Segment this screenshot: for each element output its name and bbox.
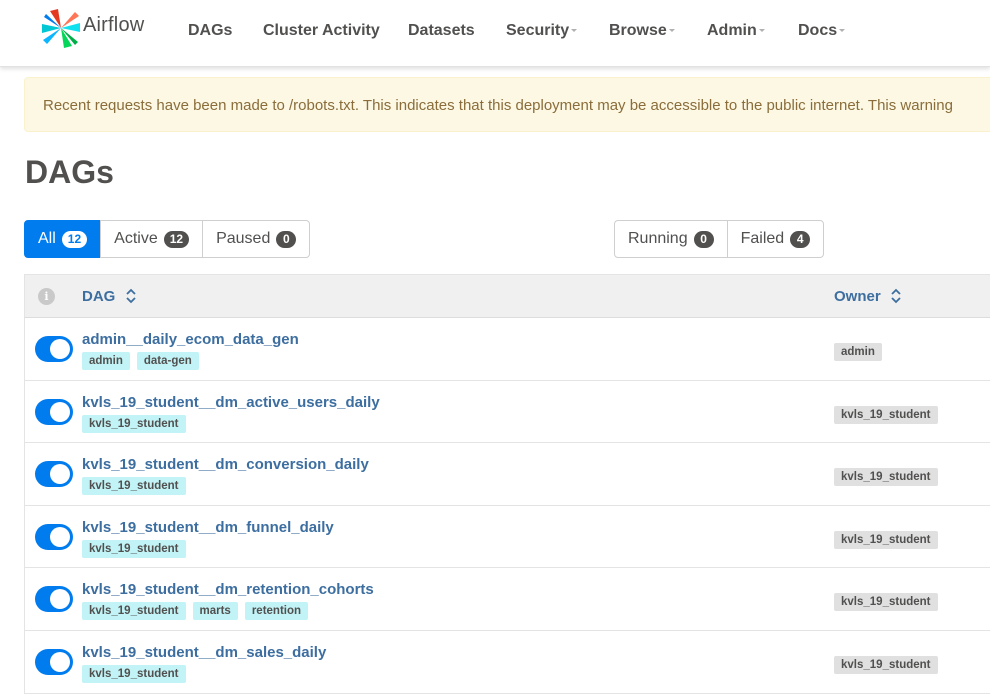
table-row: kvls_19_student__dm_conversion_dailykvls… (24, 443, 990, 506)
toggle-knob (50, 651, 70, 672)
filter-active-count: 12 (163, 230, 190, 248)
dag-name-link[interactable]: kvls_19_student__dm_retention_cohorts (82, 581, 374, 598)
robots-warning-alert: Recent requests have been made to /robot… (24, 77, 990, 132)
dag-tag[interactable]: kvls_19_student (82, 414, 186, 433)
dag-tags: kvls_19_student (82, 477, 186, 496)
brand-name: Airflow (83, 13, 145, 36)
owner-column-header[interactable]: Owner (834, 288, 901, 305)
dag-tags: kvls_19_student (82, 539, 186, 558)
page-title: DAGs (25, 154, 114, 190)
dags-table: i DAG Owner admin__daily_ecom_data_genad… (24, 274, 990, 694)
dag-pause-toggle[interactable] (35, 461, 73, 488)
table-row: kvls_19_student__dm_sales_daily kvls_19_s… (24, 630, 990, 694)
dag-pause-toggle[interactable] (35, 648, 73, 675)
nav-docs[interactable]: Docs (798, 22, 846, 40)
dag-tag[interactable]: kvls_19_student (82, 602, 186, 621)
toggle-knob (50, 464, 70, 485)
dag-name-link[interactable]: kvls_19_student__dm_active_users_daily (82, 394, 380, 411)
filter-all-button[interactable]: All 12 (24, 220, 102, 258)
dag-tag[interactable]: retention (244, 602, 309, 621)
dag-tag[interactable]: marts (192, 602, 238, 621)
filter-failed-label: Failed (740, 230, 785, 247)
owner-badge[interactable]: kvls_19_student (834, 405, 938, 424)
filter-all-count: 12 (61, 230, 88, 248)
dag-column-header[interactable]: DAG (82, 288, 136, 305)
alert-text: Recent requests have been made to /robot… (43, 97, 953, 114)
toggle-knob (50, 526, 70, 547)
dag-tags: kvls_19_student (82, 414, 186, 433)
owner-badge[interactable]: kvls_19_student (834, 593, 938, 612)
filter-running-label: Running (628, 230, 688, 247)
dag-tag[interactable]: kvls_19_student (82, 477, 186, 496)
caret-down-icon (758, 29, 765, 33)
filter-paused-label: Paused (216, 230, 271, 247)
caret-down-icon (571, 29, 578, 33)
caret-down-icon (668, 29, 675, 33)
dag-tags: kvls_19_student marts retention (82, 602, 309, 621)
dag-tag[interactable]: data-gen (136, 352, 199, 370)
filter-failed-button[interactable]: Failed 4 (726, 220, 825, 258)
airflow-logo-icon (40, 7, 82, 54)
owner-badge[interactable]: admin (834, 343, 882, 361)
dag-tags: kvls_19_student (82, 664, 186, 683)
sort-icon (125, 288, 136, 303)
status-filter-group: All 12 Active 12 Paused 0 (24, 220, 311, 258)
toggle-knob (50, 589, 70, 610)
table-row: kvls_19_student__dm_funnel_daily kvls_19_… (24, 505, 990, 569)
toggle-knob (50, 339, 70, 359)
filter-active-button[interactable]: Active 12 (100, 220, 204, 258)
owner-badge[interactable]: kvls_19_student (834, 530, 938, 549)
table-header: i DAG Owner (24, 274, 990, 318)
filter-running-button[interactable]: Running 0 (614, 220, 728, 258)
table-body: admin__daily_ecom_data_gen admin data-gen a… (24, 318, 990, 694)
table-row: admin__daily_ecom_data_gen admin data-gen a… (24, 318, 990, 381)
nav-admin[interactable]: Admin (707, 22, 765, 40)
table-row: kvls_19_student__dm_retention_cohortskvl… (24, 568, 990, 631)
dag-tag[interactable]: kvls_19_student (82, 539, 186, 558)
info-icon[interactable]: i (38, 288, 55, 305)
nav-datasets[interactable]: Datasets (408, 22, 475, 40)
dag-name-link[interactable]: kvls_19_student__dm_funnel_daily (82, 519, 334, 536)
brand-link[interactable]: Airflow (40, 7, 145, 54)
dag-pause-toggle[interactable] (35, 336, 73, 362)
dag-pause-toggle[interactable] (35, 586, 73, 613)
owner-badge[interactable]: kvls_19_student (834, 468, 938, 487)
dag-name-link[interactable]: kvls_19_student__dm_conversion_daily (82, 456, 369, 473)
caret-down-icon (839, 29, 846, 33)
dag-name-link[interactable]: admin__daily_ecom_data_gen (82, 331, 299, 348)
navbar: Airflow DAGs Cluster Activity Datasets S… (0, 0, 990, 67)
state-filter-group: Running 0 Failed 4 (614, 220, 825, 258)
filter-paused-button[interactable]: Paused 0 (202, 220, 311, 258)
nav-browse[interactable]: Browse (609, 22, 675, 40)
filter-paused-count: 0 (276, 230, 297, 248)
dag-tags: admin data-gen (82, 352, 199, 370)
table-row: kvls_19_student__dm_active_users_dailykv… (24, 380, 990, 444)
filter-running-count: 0 (693, 230, 714, 248)
dag-pause-toggle[interactable] (35, 523, 73, 550)
nav-security[interactable]: Security (506, 22, 578, 40)
filter-all-label: All (38, 230, 56, 247)
toggle-knob (50, 401, 70, 422)
sort-icon (891, 288, 901, 303)
filter-active-label: Active (114, 230, 158, 247)
owner-badge[interactable]: kvls_19_student (834, 655, 938, 674)
nav-dags[interactable]: DAGs (188, 22, 232, 40)
dag-tag[interactable]: kvls_19_student (82, 664, 186, 683)
filter-failed-count: 4 (790, 230, 811, 248)
nav-cluster-activity[interactable]: Cluster Activity (263, 22, 380, 40)
dag-tag[interactable]: admin (82, 352, 130, 370)
dag-pause-toggle[interactable] (35, 398, 73, 425)
dag-name-link[interactable]: kvls_19_student__dm_sales_daily (82, 644, 326, 661)
